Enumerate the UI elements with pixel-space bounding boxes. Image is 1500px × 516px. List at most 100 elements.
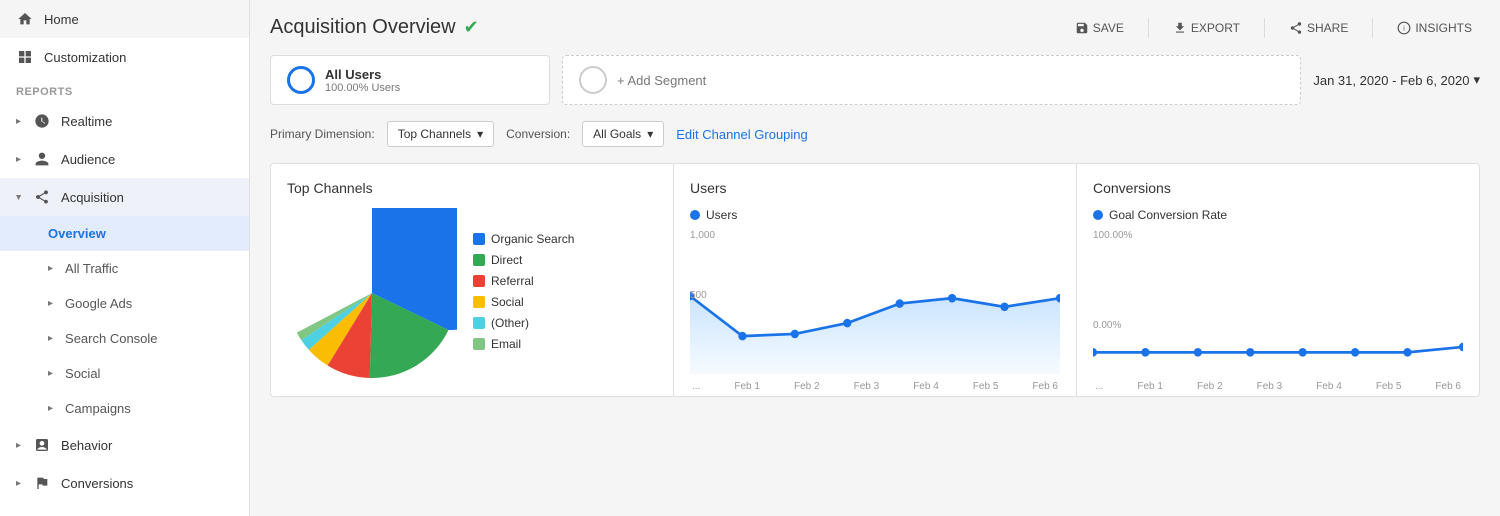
- legend-social: Social: [473, 295, 574, 309]
- sidebar-item-label: Search Console: [65, 331, 158, 346]
- pie-chart-container: Organic Search Direct Referral Social: [287, 208, 657, 378]
- pie-chart: [287, 208, 457, 378]
- users-line-chart: [690, 244, 1060, 374]
- sidebar-item-behavior[interactable]: ▸ Behavior: [0, 426, 249, 464]
- sidebar-item-social[interactable]: ▸ Social: [0, 356, 249, 391]
- legend-referral: Referral: [473, 274, 574, 288]
- sidebar-item-label: Home: [44, 12, 79, 27]
- controls-row: Primary Dimension: Top Channels ▾ Conver…: [270, 121, 1480, 147]
- users-legend-dot: [690, 210, 700, 220]
- reports-section-label: REPORTS: [0, 76, 249, 102]
- sidebar-item-label: Customization: [44, 50, 126, 65]
- header-divider: [1372, 18, 1373, 38]
- save-button[interactable]: SAVE: [1067, 17, 1132, 39]
- add-segment-button[interactable]: + Add Segment: [562, 55, 1301, 105]
- chevron-down-icon: ▾: [477, 127, 483, 141]
- svg-text:i: i: [1404, 25, 1406, 32]
- sidebar-item-label: All Traffic: [65, 261, 118, 276]
- all-users-segment[interactable]: All Users 100.00% Users: [270, 55, 550, 105]
- behavior-icon: [33, 436, 51, 454]
- charts-area: Top Channels: [270, 163, 1480, 397]
- primary-dimension-dropdown[interactable]: Top Channels ▾: [387, 121, 494, 147]
- expand-arrow-icon: ▸: [16, 478, 21, 489]
- conversion-label: Conversion:: [506, 127, 570, 141]
- users-panel: Users Users 1,000 500: [674, 164, 1077, 396]
- flag-icon: [33, 474, 51, 492]
- sidebar-item-overview[interactable]: Overview: [0, 216, 249, 251]
- chevron-down-icon: ▾: [647, 127, 653, 141]
- conversions-legend-dot: [1093, 210, 1103, 220]
- sidebar-item-label: Acquisition: [61, 190, 124, 205]
- home-icon: [16, 10, 34, 28]
- pie-legend: Organic Search Direct Referral Social: [473, 232, 574, 355]
- sidebar-item-label: Conversions: [61, 476, 133, 491]
- sidebar-item-label: Realtime: [61, 114, 112, 129]
- expand-arrow-icon: ▸: [48, 333, 53, 344]
- insights-button[interactable]: i INSIGHTS: [1389, 17, 1480, 39]
- header-actions: SAVE EXPORT SHARE i INSIGHTS: [1067, 17, 1480, 39]
- edit-channel-grouping-link[interactable]: Edit Channel Grouping: [676, 127, 808, 142]
- conversions-legend: Goal Conversion Rate: [1093, 208, 1463, 222]
- users-legend: Users: [690, 208, 1060, 222]
- sidebar-item-audience[interactable]: ▸ Audience: [0, 140, 249, 178]
- y-high-label: 1,000: [690, 230, 715, 241]
- segment-info: All Users 100.00% Users: [325, 67, 400, 94]
- acquisition-icon: [33, 188, 51, 206]
- expand-arrow-icon: ▸: [16, 440, 21, 451]
- legend-color-dot: [473, 254, 485, 266]
- legend-email: Email: [473, 337, 574, 351]
- sidebar-item-acquisition[interactable]: ▸ Acquisition: [0, 178, 249, 216]
- date-range-picker[interactable]: Jan 31, 2020 - Feb 6, 2020 ▾: [1313, 72, 1480, 88]
- expand-arrow-icon: ▸: [48, 263, 53, 274]
- main-content: Acquisition Overview ✔ SAVE EXPORT SHARE…: [250, 0, 1500, 516]
- legend-color-dot: [473, 338, 485, 350]
- export-button[interactable]: EXPORT: [1165, 17, 1248, 39]
- sidebar-item-label: Behavior: [61, 438, 112, 453]
- add-segment-circle-icon: [579, 66, 607, 94]
- sidebar-item-conversions[interactable]: ▸ Conversions: [0, 464, 249, 502]
- users-x-labels: ... Feb 1 Feb 2 Feb 3 Feb 4 Feb 5 Feb 6: [690, 381, 1060, 392]
- sidebar-item-label: Social: [65, 366, 100, 381]
- primary-dimension-label: Primary Dimension:: [270, 127, 375, 141]
- legend-color-dot: [473, 317, 485, 329]
- legend-color-dot: [473, 233, 485, 245]
- sidebar-item-all-traffic[interactable]: ▸ All Traffic: [0, 251, 249, 286]
- y-low-label: 0.00%: [1093, 320, 1121, 331]
- header-divider: [1148, 18, 1149, 38]
- sidebar-item-label: Google Ads: [65, 296, 132, 311]
- sidebar-item-realtime[interactable]: ▸ Realtime: [0, 102, 249, 140]
- sidebar-item-search-console[interactable]: ▸ Search Console: [0, 321, 249, 356]
- sidebar-item-home[interactable]: Home: [0, 0, 249, 38]
- conversion-dropdown[interactable]: All Goals ▾: [582, 121, 664, 147]
- legend-direct: Direct: [473, 253, 574, 267]
- expand-arrow-icon: ▸: [48, 368, 53, 379]
- legend-color-dot: [473, 275, 485, 287]
- users-chart-area: 1,000 500: [690, 230, 1060, 380]
- sidebar-item-google-ads[interactable]: ▸ Google Ads: [0, 286, 249, 321]
- segment-circle-icon: [287, 66, 315, 94]
- top-channels-panel: Top Channels: [271, 164, 674, 396]
- sidebar-item-campaigns[interactable]: ▸ Campaigns: [0, 391, 249, 426]
- sidebar: Home Customization REPORTS ▸ Realtime ▸ …: [0, 0, 250, 516]
- conversions-panel: Conversions Goal Conversion Rate 100.00%…: [1077, 164, 1479, 396]
- y-high-label: 100.00%: [1093, 230, 1132, 241]
- sidebar-item-customization[interactable]: Customization: [0, 38, 249, 76]
- chevron-down-icon: ▾: [1473, 72, 1480, 88]
- expand-arrow-icon: ▸: [13, 194, 24, 199]
- expand-arrow-icon: ▸: [16, 154, 21, 165]
- sidebar-item-label: Campaigns: [65, 401, 131, 416]
- conversions-x-labels: ... Feb 1 Feb 2 Feb 3 Feb 4 Feb 5 Feb 6: [1093, 381, 1463, 392]
- expand-arrow-icon: ▸: [48, 298, 53, 309]
- clock-icon: [33, 112, 51, 130]
- legend-color-dot: [473, 296, 485, 308]
- status-check-icon: ✔: [464, 17, 479, 38]
- person-icon: [33, 150, 51, 168]
- grid-icon: [16, 48, 34, 66]
- sidebar-item-label: Overview: [48, 226, 106, 241]
- expand-arrow-icon: ▸: [16, 116, 21, 127]
- header-divider: [1264, 18, 1265, 38]
- expand-arrow-icon: ▸: [48, 403, 53, 414]
- share-button[interactable]: SHARE: [1281, 17, 1356, 39]
- conversions-chart-title: Conversions: [1093, 180, 1463, 196]
- segment-bar: All Users 100.00% Users + Add Segment Ja…: [270, 55, 1480, 105]
